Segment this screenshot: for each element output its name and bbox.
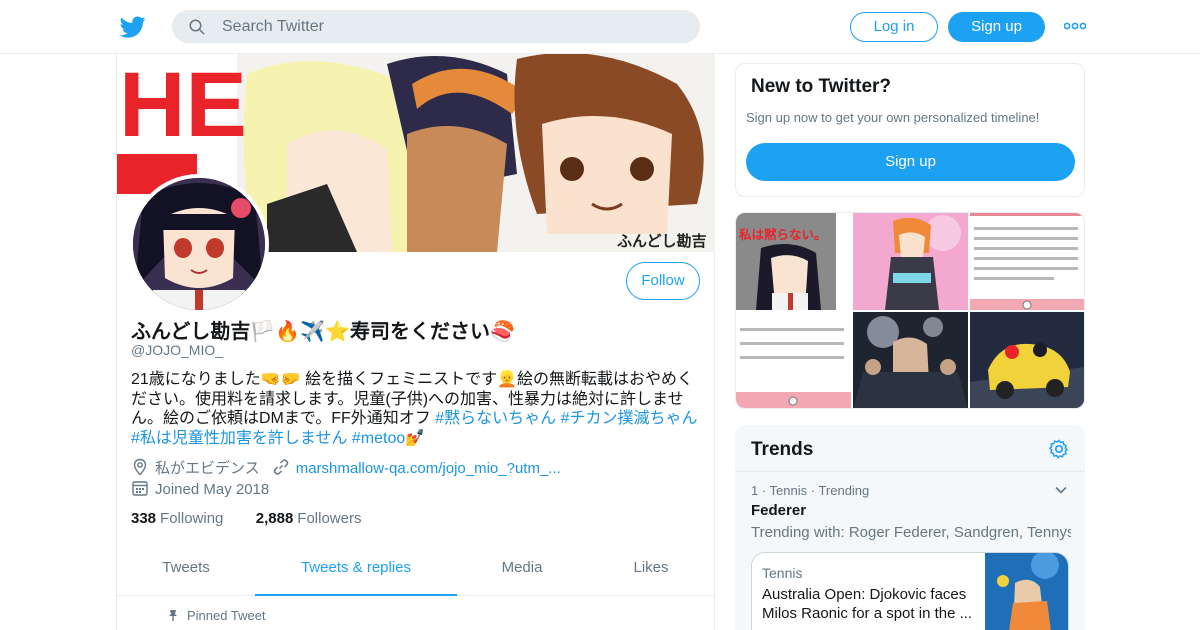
trend-card-image bbox=[985, 553, 1068, 630]
following-link[interactable]: 338 Following bbox=[131, 510, 223, 527]
sidebar-signup-button[interactable]: Sign up bbox=[746, 143, 1075, 181]
hashtag-link[interactable]: #黙らないちゃん bbox=[435, 410, 556, 427]
tab-tweets-and-replies[interactable]: Tweets & replies bbox=[255, 548, 457, 596]
gear-icon[interactable] bbox=[1048, 438, 1070, 460]
media-image-crowd-photo bbox=[853, 312, 968, 408]
media-grid: 私は黙らない。 bbox=[735, 212, 1085, 409]
profile-website-link[interactable]: marshmallow-qa.com/jojo_mio_?utm_... bbox=[296, 460, 561, 477]
profile-bio: 21歳になりました🤜🤛 絵を描くフェミニストです👱絵の無断転載はおやめください。… bbox=[131, 370, 701, 448]
bio-emoji: 💅 bbox=[405, 429, 426, 447]
login-button[interactable]: Log in bbox=[850, 12, 938, 42]
search-icon bbox=[189, 19, 205, 35]
following-count: 338 bbox=[131, 510, 157, 527]
banner-text: HE bbox=[119, 54, 247, 156]
profile-column: HE ふんどし勘吉 Follow ふんどし勘吉🏳️🔥✈️⭐寿司をください🍣 @J… bbox=[116, 54, 715, 630]
media-thumbnail[interactable] bbox=[970, 312, 1084, 408]
tab-likes[interactable]: Likes bbox=[587, 548, 715, 596]
new-to-twitter-subtitle: Sign up now to get your own personalized… bbox=[746, 110, 1040, 125]
signup-button[interactable]: Sign up bbox=[948, 12, 1045, 42]
follow-button[interactable]: Follow bbox=[626, 262, 700, 300]
media-thumbnail[interactable] bbox=[853, 213, 968, 310]
profile-stats: 338 Following 2,888 Followers bbox=[131, 510, 361, 527]
pinned-tweet-text: Pinned Tweet bbox=[187, 608, 266, 623]
trend-context: 1 · Tennis · Trending bbox=[751, 483, 870, 498]
followers-link[interactable]: 2,888 Followers bbox=[256, 510, 362, 527]
trend-name: Federer bbox=[751, 502, 807, 519]
pinned-tweet-label: Pinned Tweet bbox=[167, 608, 266, 623]
following-label: Following bbox=[160, 510, 224, 527]
media-image-anime-girl: 私は黙らない。 bbox=[736, 213, 851, 310]
trends-divider bbox=[735, 471, 1085, 472]
profile-location-row: 私がエビデンス marshmallow-qa.com/jojo_mio_?utm… bbox=[131, 457, 561, 478]
location-pin-icon bbox=[133, 458, 147, 476]
profile-joined-date: Joined May 2018 bbox=[155, 481, 270, 498]
media-image-idol-render bbox=[853, 213, 968, 310]
trend-card-source: Tennis bbox=[762, 565, 803, 581]
twitter-bird-icon[interactable] bbox=[120, 14, 146, 40]
media-thumbnail[interactable] bbox=[970, 213, 1084, 310]
avatar-illustration bbox=[133, 178, 265, 310]
profile-tabs: Tweets Tweets & replies Media Likes bbox=[117, 548, 715, 596]
profile-display-name: ふんどし勘吉🏳️🔥✈️⭐寿司をください🍣 bbox=[131, 321, 515, 343]
top-bar: Log in Sign up bbox=[0, 0, 1200, 54]
media-image-text-page bbox=[970, 213, 1084, 310]
media-caption: 私は黙らない。 bbox=[738, 227, 827, 242]
tab-tweets[interactable]: Tweets bbox=[117, 548, 255, 596]
media-image-car-cartoon bbox=[970, 312, 1084, 408]
chevron-down-icon[interactable] bbox=[1054, 483, 1068, 497]
profile-handle: @JOJO_MIO_ bbox=[131, 342, 224, 358]
new-to-twitter-title: New to Twitter? bbox=[751, 76, 892, 97]
trends-panel: Trends 1 · Tennis · Trending Federer Tre… bbox=[735, 425, 1085, 630]
hashtag-link[interactable]: #metoo bbox=[352, 430, 405, 447]
media-thumbnail[interactable]: 私は黙らない。 bbox=[736, 213, 851, 310]
trend-card-headline: Australia Open: Djokovic faces Milos Rao… bbox=[762, 586, 973, 622]
media-thumbnail[interactable] bbox=[736, 312, 851, 408]
hashtag-link[interactable]: #チカン撲滅ちゃん bbox=[561, 410, 698, 427]
tab-media[interactable]: Media bbox=[457, 548, 587, 596]
media-thumbnail[interactable] bbox=[853, 312, 968, 408]
search-box[interactable] bbox=[172, 10, 700, 43]
hashtag-link[interactable]: #私は児童性加害を許しません bbox=[131, 430, 347, 447]
trend-trending-with: Trending with: Roger Federer, Sandgren, … bbox=[751, 524, 1071, 541]
profile-avatar[interactable] bbox=[129, 174, 269, 314]
search-input[interactable] bbox=[222, 10, 682, 43]
calendar-icon bbox=[132, 481, 148, 496]
trend-news-card[interactable]: Tennis Australia Open: Djokovic faces Mi… bbox=[751, 552, 1069, 630]
trends-title: Trends bbox=[751, 439, 814, 460]
pin-icon bbox=[169, 610, 177, 621]
link-icon bbox=[273, 459, 288, 475]
followers-label: Followers bbox=[297, 510, 362, 527]
banner-signature: ふんどし勘吉 bbox=[617, 232, 707, 250]
new-to-twitter-box: New to Twitter? Sign up now to get your … bbox=[735, 63, 1085, 197]
profile-location: 私がエビデンス bbox=[155, 460, 260, 477]
media-image-text-page-2 bbox=[736, 312, 851, 408]
followers-count: 2,888 bbox=[255, 510, 294, 527]
profile-joined-row: Joined May 2018 bbox=[131, 479, 269, 498]
more-options-icon[interactable] bbox=[1064, 20, 1086, 32]
